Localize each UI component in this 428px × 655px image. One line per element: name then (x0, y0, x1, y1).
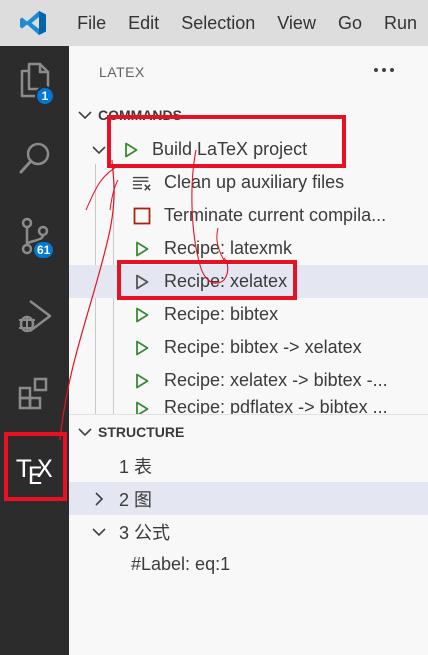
menu-go[interactable]: Go (327, 0, 373, 46)
commands-header-label: COMMANDS (98, 107, 182, 123)
sidebar-title: LATEX (99, 64, 145, 80)
command-recipe-bibtex[interactable]: Recipe: bibtex (69, 298, 428, 331)
menu-edit[interactable]: Edit (117, 0, 170, 46)
menu-run[interactable]: Run (373, 0, 428, 46)
vscode-logo-icon (0, 0, 66, 46)
command-terminate[interactable]: Terminate current compila... (69, 199, 428, 232)
command-label: Recipe: bibtex (164, 304, 279, 324)
explorer-badge: 1 (35, 86, 55, 106)
structure-label: #Label: eq:1 (131, 554, 231, 574)
run-debug-icon (18, 300, 51, 333)
command-label: Recipe: xelatex (164, 271, 288, 291)
stop-icon (132, 206, 152, 226)
play-icon (121, 140, 141, 160)
play-icon (132, 399, 152, 414)
extensions-button[interactable] (0, 364, 69, 424)
extensions-icon (18, 377, 47, 410)
chevron-right-icon (89, 489, 109, 509)
chevron-down-icon (72, 102, 98, 128)
play-icon (132, 272, 152, 292)
explorer-button[interactable]: 1 (0, 50, 69, 110)
command-label: Clean up auxiliary files (164, 172, 345, 192)
command-recipe-latexmk[interactable]: Recipe: latexmk (69, 232, 428, 265)
build-latex-label: Build LaTeX project (152, 139, 308, 159)
command-label: Terminate current compila... (164, 205, 387, 225)
build-latex-row[interactable]: Build LaTeX project (69, 133, 428, 166)
command-recipe-pdflatex-bibtex[interactable]: Recipe: pdflatex -> bibtex ... (69, 397, 428, 414)
more-actions-button[interactable] (369, 58, 399, 82)
structure-label: 1 表 (119, 456, 153, 477)
menu-bar: File Edit Selection View Go Run (0, 0, 428, 46)
command-recipe-bibtex-xelatex[interactable]: Recipe: bibtex -> xelatex (69, 331, 428, 364)
vscode-window: File Edit Selection View Go Run 1 61 T E… (0, 0, 428, 655)
command-label: Recipe: xelatex -> bibtex -... (164, 370, 388, 390)
commands-section-header[interactable]: COMMANDS (69, 102, 428, 128)
menu-selection[interactable]: Selection (170, 0, 266, 46)
command-label: Recipe: latexmk (164, 238, 293, 258)
structure-section-header[interactable]: STRUCTURE (69, 419, 428, 445)
command-label: Recipe: pdflatex -> bibtex ... (164, 397, 388, 414)
structure-item-label-eq1[interactable]: #Label: eq:1 (69, 548, 428, 581)
command-label: Recipe: bibtex -> xelatex (164, 337, 362, 357)
command-recipe-xelatex-bibtex[interactable]: Recipe: xelatex -> bibtex -... (69, 364, 428, 397)
play-icon (132, 239, 152, 259)
structure-label: 3 公式 (119, 522, 171, 543)
chevron-down-icon (72, 419, 98, 445)
command-clean-aux[interactable]: Clean up auxiliary files (69, 166, 428, 199)
menu-file[interactable]: File (66, 0, 117, 46)
chevron-down-icon (89, 140, 109, 160)
clean-icon (132, 173, 152, 193)
ellipsis-icon (374, 68, 394, 72)
structure-label: 2 图 (119, 489, 153, 510)
tex-icon: T E X (16, 455, 53, 490)
run-debug-button[interactable] (0, 286, 69, 346)
play-icon (132, 305, 152, 325)
activity-bar: 1 61 T E X (0, 46, 69, 655)
structure-item-2[interactable]: 2 图 (69, 482, 428, 515)
latex-sidebar: LATEX COMMANDS Build LaTeX project Clean… (69, 46, 428, 655)
search-icon (19, 142, 49, 174)
tex-button[interactable]: T E X (0, 440, 69, 500)
command-recipe-xelatex[interactable]: Recipe: xelatex (69, 265, 428, 298)
source-control-button[interactable]: 61 (0, 206, 69, 266)
search-button[interactable] (0, 128, 69, 188)
structure-header-label: STRUCTURE (98, 424, 185, 440)
menu-view[interactable]: View (266, 0, 327, 46)
structure-item-3[interactable]: 3 公式 (69, 515, 428, 548)
structure-item-1[interactable]: 1 表 (69, 449, 428, 482)
section-divider (69, 414, 428, 415)
play-icon (132, 371, 152, 391)
play-icon (132, 338, 152, 358)
scm-badge: 61 (32, 240, 56, 260)
chevron-down-icon (89, 522, 109, 542)
